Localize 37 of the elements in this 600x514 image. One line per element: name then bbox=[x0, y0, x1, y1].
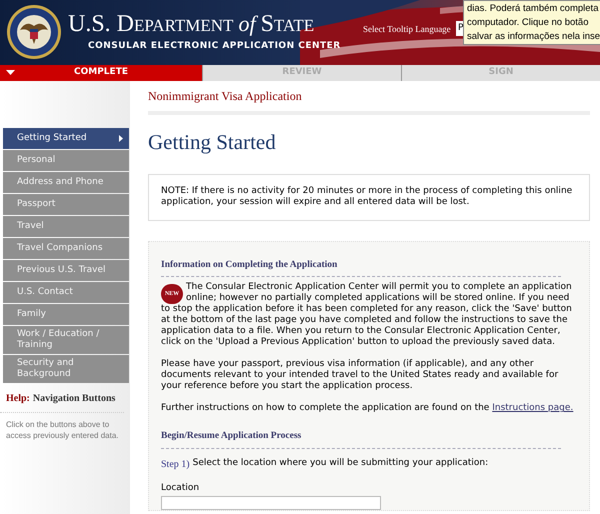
sidebar-item[interactable]: Travel bbox=[3, 216, 129, 237]
caret-icon bbox=[6, 70, 15, 75]
sidebar-item[interactable]: Work / Education / Training bbox=[3, 326, 129, 354]
department-title: U.S. Department bbox=[68, 12, 234, 36]
info-paragraph: Further instructions on how to complete the application are found on the Instructions page. bbox=[161, 403, 574, 414]
help-title: Navigation Buttons bbox=[32, 392, 116, 406]
info-title: Information on Completing the Application bbox=[161, 258, 561, 278]
location-label: Location bbox=[161, 482, 200, 494]
sidebar-item[interactable]: Family bbox=[3, 304, 129, 325]
step-text: Select the location where you will be submitting your application: bbox=[192, 456, 488, 470]
help-label: Help: bbox=[6, 392, 30, 406]
tooltip-text: dias. Poderá também completa bbox=[467, 2, 599, 16]
sidebar-item[interactable]: Personal bbox=[3, 150, 129, 171]
site-subtitle: CONSULAR ELECTRONIC APPLICATION CENTER bbox=[88, 40, 341, 53]
department-title-of: of bbox=[238, 13, 256, 35]
instructions-link[interactable]: Instructions page. bbox=[492, 403, 574, 414]
tooltip-language-label: Select Tooltip Language bbox=[363, 23, 451, 36]
seal-icon bbox=[6, 4, 62, 60]
arrow-icon bbox=[119, 135, 123, 142]
sidebar-item[interactable]: Passport bbox=[3, 194, 129, 215]
location-field[interactable] bbox=[161, 496, 381, 510]
tooltip-text: computador. Clique no botão bbox=[467, 16, 590, 30]
sidebar-item[interactable]: Security and Background bbox=[3, 355, 129, 383]
sidebar-item[interactable]: Travel Companions bbox=[3, 238, 129, 259]
sidebar-item[interactable]: Address and Phone bbox=[3, 172, 129, 193]
info-paragraph: Please have your passport, previous visa information (if applicable), and any other documents relevant to your intended travel to the United States ready and available for your reference before you start the application process. bbox=[161, 359, 560, 392]
sidebar-item[interactable]: Getting Started bbox=[3, 128, 129, 149]
department-title-state: State bbox=[260, 12, 314, 36]
help-text: Click on the buttons above to access previously entered data. bbox=[5, 419, 120, 441]
tooltip-text: salvar as informações nela inse bbox=[467, 30, 599, 44]
begin-title: Begin/Resume Application Process bbox=[161, 429, 561, 448]
sidebar-item[interactable]: U.S. Contact bbox=[3, 282, 129, 303]
page-heading: Getting Started bbox=[148, 132, 277, 153]
page-title: Nonimmigrant Visa Application bbox=[148, 88, 302, 105]
step-label: Step 1) bbox=[161, 458, 190, 472]
sidebar-item[interactable]: Previous U.S. Travel bbox=[3, 260, 129, 281]
note-text: NOTE: If there is no activity for 20 minutes or more in the process of completing this online application, your session will expire and all entered data will be lost. bbox=[161, 186, 574, 208]
